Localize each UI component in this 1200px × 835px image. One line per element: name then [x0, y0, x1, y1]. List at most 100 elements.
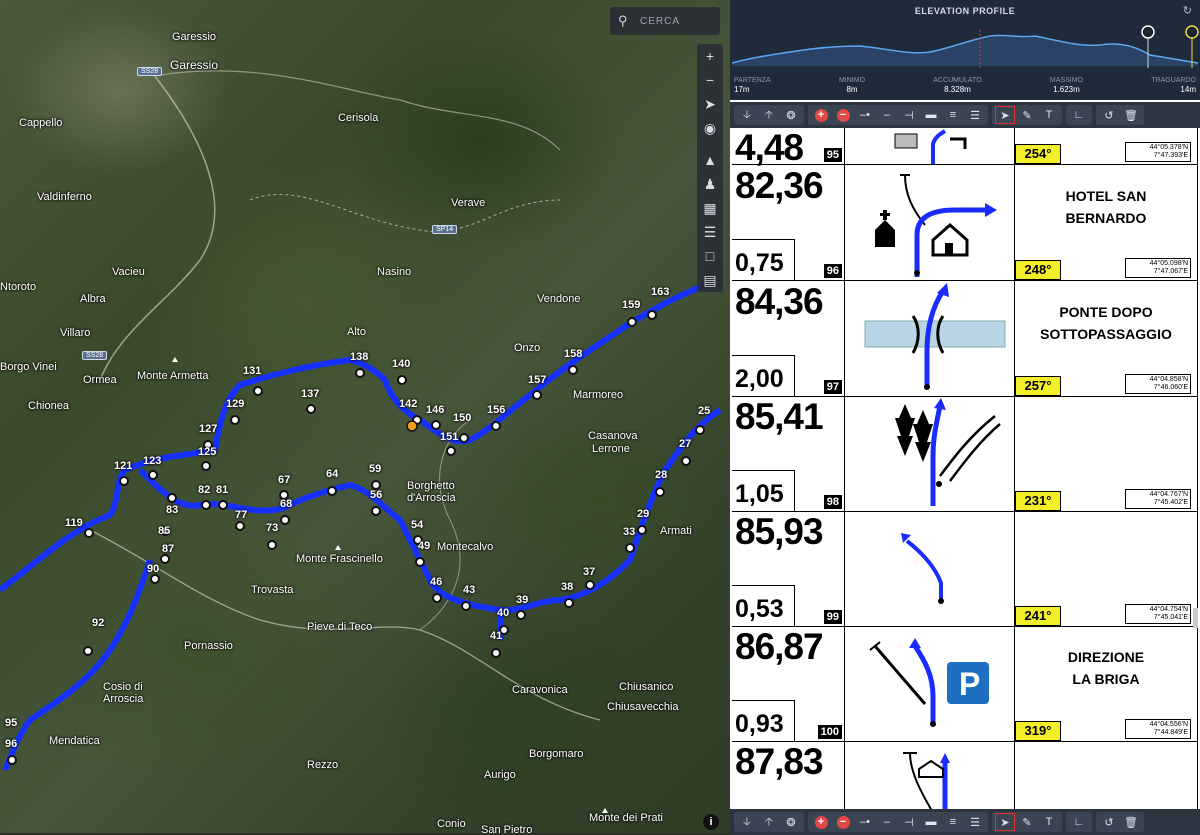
line-style-6-icon[interactable]: ☰: [964, 812, 986, 832]
table-row[interactable]: 4,48 95 254° 44°05.378'N 7°47.393'E: [732, 128, 1198, 168]
waypoint-label[interactable]: 28: [655, 469, 667, 481]
waypoint-label[interactable]: 129: [226, 398, 244, 410]
waypoint-label[interactable]: 140: [392, 358, 410, 370]
select-cursor-icon[interactable]: ➤: [994, 812, 1016, 832]
zoom-in-icon[interactable]: +: [697, 44, 723, 68]
waypoint-label[interactable]: 40: [497, 607, 509, 619]
undo-icon[interactable]: ↺: [1098, 105, 1120, 125]
road-icon[interactable]: ▲: [697, 148, 723, 172]
waypoint-label[interactable]: 127: [199, 423, 217, 435]
line-style-5-icon[interactable]: ≡: [942, 105, 964, 125]
line-style-1-icon[interactable]: –•: [854, 105, 876, 125]
waypoint-label[interactable]: 96: [5, 738, 17, 750]
waypoint-label[interactable]: 121: [114, 460, 132, 472]
waypoint-label[interactable]: 49: [418, 540, 430, 552]
waypoint-label[interactable]: 142: [399, 398, 417, 410]
waypoint-label[interactable]: 54: [411, 519, 423, 531]
waypoint-label[interactable]: 67: [278, 474, 290, 486]
waypoint-label[interactable]: 125: [198, 446, 216, 458]
waypoint-label[interactable]: 25: [698, 405, 710, 417]
waypoint-label[interactable]: 73: [266, 522, 278, 534]
waypoint-label[interactable]: 77: [235, 509, 247, 521]
undo-icon[interactable]: ↺: [1098, 812, 1120, 832]
waypoint-label[interactable]: 137: [301, 388, 319, 400]
satellite-map[interactable]: Garessio Garessio Cappello Cerisola Vald…: [0, 0, 730, 833]
remove-icon[interactable]: −: [832, 812, 854, 832]
waypoint-label[interactable]: 82: [198, 484, 210, 496]
info-icon[interactable]: i: [703, 814, 719, 830]
waypoint-label[interactable]: 37: [583, 566, 595, 578]
waypoint-label[interactable]: 33: [623, 526, 635, 538]
line-style-3-icon[interactable]: ⊣: [898, 105, 920, 125]
waypoint-label[interactable]: 131: [243, 365, 261, 377]
waypoint-label[interactable]: 95: [5, 717, 17, 729]
move-up-icon[interactable]: 🡡: [758, 105, 780, 125]
select-cursor-icon[interactable]: ➤: [994, 105, 1016, 125]
move-down-icon[interactable]: 🡣: [736, 812, 758, 832]
ruler-tool-icon[interactable]: ∟: [1068, 105, 1090, 125]
table-row[interactable]: 87,83: [732, 741, 1198, 809]
waypoint-label[interactable]: 157: [528, 374, 546, 386]
text-tool-icon[interactable]: T: [1038, 105, 1060, 125]
waypoint-label[interactable]: 90: [147, 563, 159, 575]
remove-icon[interactable]: −: [832, 105, 854, 125]
waypoint-label[interactable]: 158: [564, 348, 582, 360]
street-view-icon[interactable]: ♟: [697, 172, 723, 196]
selection-box-icon[interactable]: □: [697, 244, 723, 268]
line-style-1-icon[interactable]: –•: [854, 812, 876, 832]
waypoint-label[interactable]: 59: [369, 463, 381, 475]
compass-icon[interactable]: ❂: [780, 812, 802, 832]
waypoint-label[interactable]: 39: [516, 594, 528, 606]
line-style-2-icon[interactable]: –: [876, 812, 898, 832]
waypoint-label[interactable]: 38: [561, 581, 573, 593]
waypoint-label[interactable]: 46: [430, 576, 442, 588]
compass-icon[interactable]: ❂: [780, 105, 802, 125]
table-row[interactable]: 85,41 1,05 98 231° 44°04.767'N 7°45.402'E: [732, 396, 1198, 512]
table-row[interactable]: 84,36 2,00 97 PONTE DOPO SOTTOPASSAGGIO 2…: [732, 281, 1198, 397]
waypoint-label[interactable]: 138: [350, 351, 368, 363]
waypoint-label[interactable]: 146: [426, 404, 444, 416]
add-icon[interactable]: +: [810, 105, 832, 125]
waypoint-label[interactable]: 92: [92, 617, 104, 629]
waypoint-label[interactable]: 64: [326, 468, 338, 480]
waypoint-label[interactable]: 41: [490, 630, 502, 642]
pen-icon[interactable]: ✎: [1016, 812, 1038, 832]
waypoint-label[interactable]: 81: [216, 484, 228, 496]
waypoint-label[interactable]: 83: [166, 504, 178, 516]
waypoint-label[interactable]: 29: [637, 508, 649, 520]
waypoint-label[interactable]: 151: [440, 431, 458, 443]
waypoint-label[interactable]: 163: [651, 286, 669, 298]
waypoint-label[interactable]: 119: [65, 517, 83, 529]
table-row[interactable]: 82,36 0,75 96 HOTEL SAN BERNARDO 248° 44…: [732, 165, 1198, 281]
add-icon[interactable]: +: [810, 812, 832, 832]
trash-icon[interactable]: 🗑: [1120, 105, 1142, 125]
table-row[interactable]: 85,93 0,53 99 241° 44°04.754'N 7°45.041'E: [732, 511, 1198, 627]
waypoint-label[interactable]: 43: [463, 584, 475, 596]
line-style-5-icon[interactable]: ≡: [942, 812, 964, 832]
line-style-4-icon[interactable]: ▬: [920, 812, 942, 832]
waypoint-label[interactable]: 150: [453, 412, 471, 424]
waypoint-label[interactable]: 87: [162, 543, 174, 555]
zoom-out-icon[interactable]: −: [697, 68, 723, 92]
ruler-icon[interactable]: ▤: [697, 268, 723, 292]
waypoint-label[interactable]: 68: [280, 498, 292, 510]
waypoint-label[interactable]: 123: [143, 455, 161, 467]
line-style-4-icon[interactable]: ▬: [920, 105, 942, 125]
layers-icon[interactable]: ☰: [697, 220, 723, 244]
waypoint-label[interactable]: 156: [487, 404, 505, 416]
move-up-icon[interactable]: 🡡: [758, 812, 780, 832]
eye-icon[interactable]: ◉: [697, 116, 723, 140]
elevation-chart[interactable]: [730, 0, 1200, 80]
search-input[interactable]: ⚲ CERCA: [610, 7, 720, 35]
line-style-3-icon[interactable]: ⊣: [898, 812, 920, 832]
line-style-6-icon[interactable]: ☰: [964, 105, 986, 125]
text-tool-icon[interactable]: T: [1038, 812, 1060, 832]
table-row[interactable]: 86,87 0,93 100 P DIREZIONELA BRIGA 319°: [732, 626, 1198, 742]
waypoint-label[interactable]: 27: [679, 438, 691, 450]
waypoint-label[interactable]: 56: [370, 489, 382, 501]
pen-icon[interactable]: ✎: [1016, 105, 1038, 125]
trash-icon[interactable]: 🗑: [1120, 812, 1142, 832]
waypoint-label[interactable]: 159: [622, 299, 640, 311]
waypoint-label[interactable]: 85: [158, 525, 170, 537]
move-down-icon[interactable]: 🡣: [736, 105, 758, 125]
